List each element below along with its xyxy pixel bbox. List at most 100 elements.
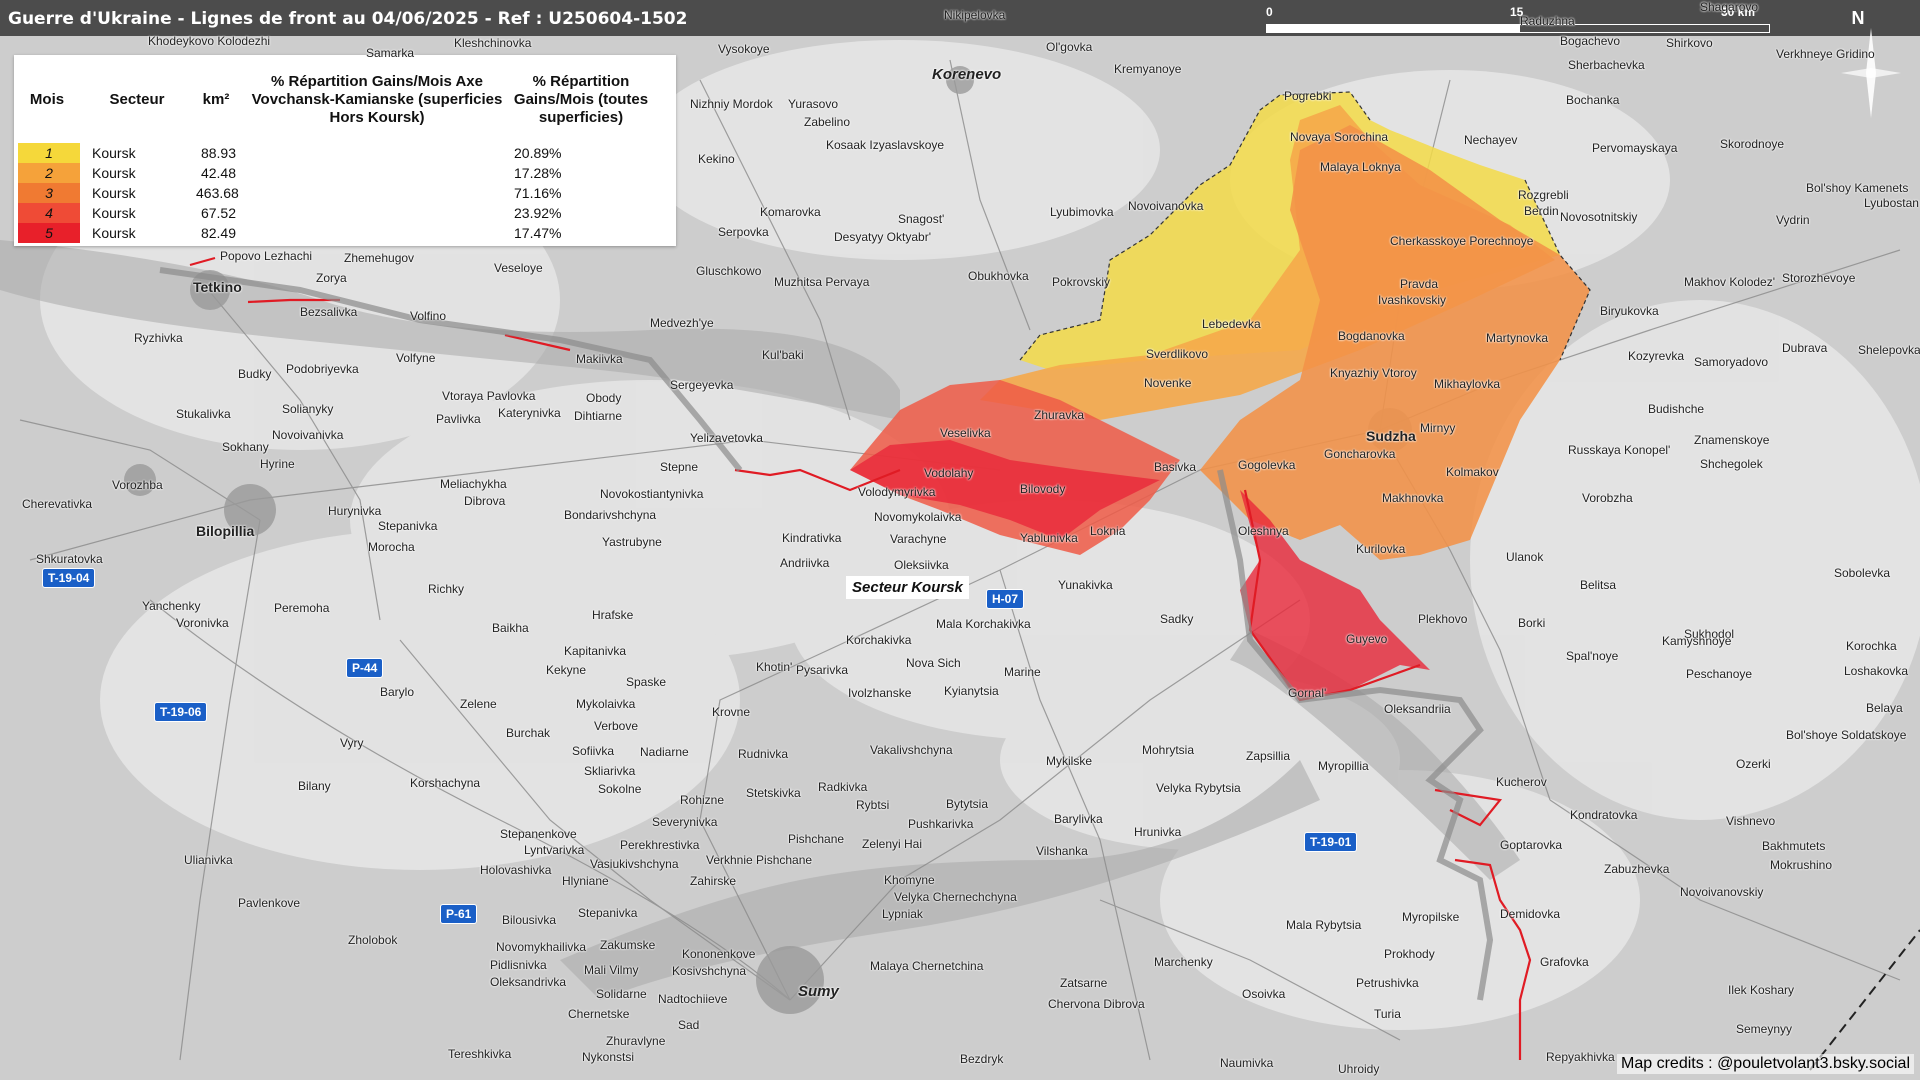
place-label: Novomykhailivka: [496, 940, 587, 954]
place-label: Bogdanovka: [1338, 329, 1405, 343]
place-label: Korshachyna: [410, 776, 481, 790]
place-label: Morocha: [368, 540, 415, 554]
place-label: Stepne: [660, 460, 699, 474]
legend-km2: 88.93: [200, 145, 236, 161]
place-label: Bezsalivka: [300, 305, 358, 319]
place-label: Lyntvarivka: [524, 843, 585, 857]
place-label: Nikipelovka: [944, 8, 1006, 22]
place-label: Novenke: [1144, 376, 1192, 390]
road-shield: T-19-06: [154, 702, 208, 722]
place-label: Novoivanovskiy: [1680, 885, 1764, 899]
place-label: Shchegolek: [1700, 457, 1763, 471]
place-label: Loshakovka: [1844, 664, 1909, 678]
place-label: Kekino: [698, 152, 735, 166]
place-label: Veselivka: [940, 426, 991, 440]
place-label: Desyatyy Oktyabr': [834, 230, 931, 244]
place-label: Belitsa: [1580, 578, 1617, 592]
place-label: Mikhaylovka: [1434, 377, 1501, 391]
place-label: Marchenky: [1154, 955, 1213, 969]
place-label: Myropilske: [1402, 910, 1460, 924]
legend-header-secteur: Secteur: [109, 91, 165, 108]
place-label: Belaya: [1866, 701, 1903, 715]
place-label: Solianyky: [282, 402, 334, 416]
place-label: Makhov Kolodez': [1684, 275, 1776, 289]
place-label: Gogolevka: [1238, 458, 1296, 472]
place-label: Tereshkivka: [448, 1047, 512, 1061]
place-label: Katerynivka: [498, 406, 561, 420]
place-label: Novaya Sorochina: [1290, 130, 1389, 144]
legend-km2: 82.49: [200, 225, 236, 241]
place-label: Lyubimovka: [1050, 205, 1114, 219]
place-label: Perekhrestivka: [620, 838, 700, 852]
place-label: Vtoraya Pavlovka: [442, 389, 536, 403]
place-label: Vorozhba: [112, 478, 163, 492]
place-label: Pavlenkove: [238, 896, 301, 910]
place-label: Sudzha: [1366, 428, 1416, 444]
place-label: Korchakivka: [846, 633, 912, 647]
place-label: Bochanka: [1566, 93, 1620, 107]
place-label: Bytytsia: [946, 797, 989, 811]
place-label: Yelizavetovka: [690, 431, 763, 445]
legend-row: 4 Koursk 67.52 23.92%: [14, 203, 676, 223]
place-label: Makiivka: [576, 352, 623, 366]
place-label: Storozhevoye: [1782, 271, 1856, 285]
place-label: Korenevo: [932, 66, 1002, 83]
place-label: Velyka Chernechchyna: [894, 890, 1017, 904]
legend-pct-all: 17.47%: [514, 225, 562, 241]
place-label: Podobriyevka: [286, 362, 359, 376]
place-label: Bilousivka: [502, 913, 557, 927]
legend-km2: 42.48: [200, 165, 236, 181]
place-label: Prokhody: [1384, 947, 1435, 961]
place-label: Grafovka: [1540, 955, 1589, 969]
place-label: Basivka: [1154, 460, 1197, 474]
place-label: Ulianivka: [184, 853, 233, 867]
place-label: Shelepovka: [1858, 343, 1920, 357]
place-label: Skliarivka: [584, 764, 636, 778]
place-label: Oleshnya: [1238, 524, 1289, 538]
place-label: Lypniak: [882, 907, 923, 921]
place-label: Kolmakov: [1446, 465, 1499, 479]
place-label: Volfyne: [396, 351, 436, 365]
place-label: Bogachevo: [1560, 34, 1621, 48]
place-label: Zholobok: [348, 933, 398, 947]
legend-km2: 463.68: [196, 185, 239, 201]
place-label: Komarovka: [760, 205, 821, 219]
place-label: Ilek Koshary: [1728, 983, 1795, 997]
place-label: Volodymyrivka: [858, 485, 936, 499]
place-label: Sokhany: [222, 440, 269, 454]
place-label: Volfino: [410, 309, 447, 323]
place-label: Samoryadovo: [1694, 355, 1769, 369]
place-label: Novomykolaivka: [874, 510, 962, 524]
place-label: Novoivanovka: [1128, 199, 1204, 213]
place-label: Vakalivshchyna: [870, 743, 953, 757]
road-shield: T-19-01: [1304, 832, 1358, 852]
place-label: Vorobzha: [1582, 491, 1633, 505]
place-label: Kozyrevka: [1628, 349, 1685, 363]
place-label: Rohizne: [680, 793, 725, 807]
place-label: Kekyne: [546, 663, 587, 677]
place-label: Stepanivka: [578, 906, 638, 920]
scale-label-0: 0: [1266, 5, 1273, 19]
road-shield: T-19-04: [42, 568, 96, 588]
place-label: Borki: [1518, 616, 1546, 630]
place-label: Rozgrebli: [1518, 188, 1569, 202]
place-label: Sofiivka: [572, 744, 615, 758]
place-label: Cherkasskoye Porechnoye: [1390, 234, 1534, 248]
place-label: Tetkino: [193, 279, 242, 295]
place-label: Krovne: [712, 705, 751, 719]
place-label: Sokolne: [598, 782, 642, 796]
place-label: Bilany: [298, 779, 331, 793]
place-label: Znamenskoye: [1694, 433, 1770, 447]
road-shield: P-61: [440, 904, 478, 924]
place-label: Cherevativka: [22, 497, 93, 511]
place-label: Velyka Rybytsia: [1156, 781, 1241, 795]
place-label: Mala Korchakivka: [936, 617, 1031, 631]
place-label: Shirkovo: [1666, 36, 1713, 50]
legend-header-mois: Mois: [29, 91, 65, 108]
place-label: Snagost': [898, 212, 945, 226]
place-label: Hurynivka: [328, 504, 382, 518]
place-label: Uhroidy: [1338, 1062, 1380, 1076]
place-label: Gornal': [1288, 686, 1327, 700]
place-label: Pidlisnivka: [490, 958, 547, 972]
legend-pct-all: 17.28%: [514, 165, 562, 181]
